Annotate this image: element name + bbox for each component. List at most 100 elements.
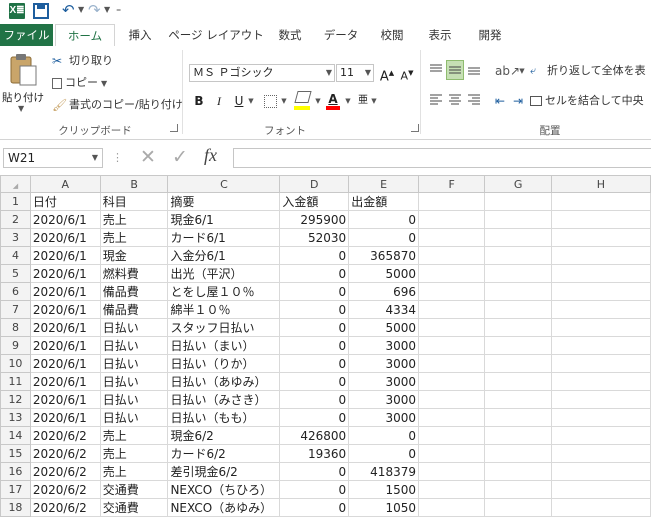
tab-view[interactable]: 表示 bbox=[420, 24, 460, 46]
align-top-button[interactable] bbox=[428, 62, 444, 80]
font-size-select[interactable]: 11 ▼ bbox=[336, 64, 374, 82]
select-all-corner[interactable]: ◢ bbox=[0, 175, 31, 193]
row-header[interactable]: 13 bbox=[0, 408, 31, 427]
bold-button[interactable]: B bbox=[192, 92, 206, 110]
cell-e[interactable]: 3000 bbox=[348, 390, 419, 409]
tab-data[interactable]: データ bbox=[316, 24, 366, 46]
cell-f[interactable] bbox=[417, 444, 486, 463]
cell-d[interactable]: 19360 bbox=[279, 444, 350, 463]
format-painter-button[interactable]: 🖌 書式のコピー/貼り付け bbox=[52, 96, 183, 114]
row-header[interactable]: 18 bbox=[0, 498, 31, 517]
cell-d[interactable]: 0 bbox=[279, 246, 350, 265]
align-right-button[interactable] bbox=[466, 92, 482, 110]
undo-icon[interactable]: ↶ bbox=[62, 1, 75, 19]
cell-e[interactable]: 365870 bbox=[348, 246, 419, 265]
cell-h[interactable] bbox=[550, 390, 651, 409]
column-header-e[interactable]: E bbox=[348, 175, 419, 193]
cell-c[interactable]: 日払い（みさき） bbox=[167, 390, 281, 409]
cell-b[interactable]: 売上 bbox=[99, 228, 169, 247]
cell-c[interactable]: 摘要 bbox=[167, 192, 281, 211]
fill-color-button[interactable] bbox=[292, 90, 314, 110]
column-header-f[interactable]: F bbox=[417, 175, 486, 193]
cell-d[interactable]: 0 bbox=[279, 372, 350, 391]
cell-d[interactable]: 0 bbox=[279, 498, 350, 517]
cell-c[interactable]: 日払い（りか） bbox=[167, 354, 281, 373]
cell-d[interactable]: 0 bbox=[279, 336, 350, 355]
cell-a[interactable]: 2020/6/1 bbox=[29, 372, 101, 391]
save-icon[interactable] bbox=[33, 3, 49, 19]
cell-h[interactable] bbox=[550, 210, 651, 229]
row-header[interactable]: 3 bbox=[0, 228, 31, 247]
cell-f[interactable] bbox=[417, 228, 486, 247]
italic-button[interactable]: I bbox=[212, 92, 226, 110]
formula-input[interactable] bbox=[233, 148, 651, 168]
cell-d[interactable]: 0 bbox=[279, 354, 350, 373]
copy-button[interactable]: コピー ▼ bbox=[52, 74, 107, 92]
cell-a[interactable]: 2020/6/1 bbox=[29, 282, 101, 301]
cell-b[interactable]: 日払い bbox=[99, 354, 169, 373]
row-header[interactable]: 5 bbox=[0, 264, 31, 283]
cell-h[interactable] bbox=[550, 354, 651, 373]
row-header[interactable]: 17 bbox=[0, 480, 31, 499]
cell-a[interactable]: 日付 bbox=[29, 192, 101, 211]
cell-g[interactable] bbox=[484, 336, 552, 355]
cell-g[interactable] bbox=[484, 210, 552, 229]
cell-h[interactable] bbox=[550, 480, 651, 499]
cell-f[interactable] bbox=[417, 462, 486, 481]
cell-a[interactable]: 2020/6/1 bbox=[29, 336, 101, 355]
cell-e[interactable]: 4334 bbox=[348, 300, 419, 319]
column-header-h[interactable]: H bbox=[550, 175, 651, 193]
cell-b[interactable]: 科目 bbox=[99, 192, 169, 211]
cell-f[interactable] bbox=[417, 426, 486, 445]
row-header[interactable]: 8 bbox=[0, 318, 31, 337]
cell-h[interactable] bbox=[550, 318, 651, 337]
cell-f[interactable] bbox=[417, 390, 486, 409]
cell-b[interactable]: 備品費 bbox=[99, 282, 169, 301]
underline-dropdown-icon[interactable]: ▼ bbox=[247, 92, 255, 110]
cell-g[interactable] bbox=[484, 282, 552, 301]
cell-h[interactable] bbox=[550, 444, 651, 463]
cell-a[interactable]: 2020/6/2 bbox=[29, 498, 101, 517]
align-bottom-button[interactable] bbox=[466, 62, 482, 80]
tab-home[interactable]: ホーム bbox=[55, 24, 115, 46]
cell-e[interactable]: 0 bbox=[348, 210, 419, 229]
cell-g[interactable] bbox=[484, 462, 552, 481]
column-header-d[interactable]: D bbox=[279, 175, 350, 193]
cell-b[interactable]: 日払い bbox=[99, 390, 169, 409]
tab-page-layout[interactable]: ページ レイアウト bbox=[166, 24, 266, 46]
cell-g[interactable] bbox=[484, 354, 552, 373]
cell-c[interactable]: 現金6/2 bbox=[167, 426, 281, 445]
cell-f[interactable] bbox=[417, 210, 486, 229]
cell-c[interactable]: NEXCO（ちひろ） bbox=[167, 480, 281, 499]
cell-b[interactable]: 日払い bbox=[99, 336, 169, 355]
cell-d[interactable]: 0 bbox=[279, 462, 350, 481]
cell-c[interactable]: スタッフ日払い bbox=[167, 318, 281, 337]
orientation-dropdown-icon[interactable]: ▼ bbox=[518, 62, 526, 80]
cell-e[interactable]: 3000 bbox=[348, 336, 419, 355]
cell-a[interactable]: 2020/6/2 bbox=[29, 462, 101, 481]
customize-qat-icon[interactable]: ₌ bbox=[116, 4, 121, 15]
formula-bar-splitter-icon[interactable]: ⋮ bbox=[112, 151, 123, 164]
cell-a[interactable]: 2020/6/1 bbox=[29, 228, 101, 247]
cell-d[interactable]: 52030 bbox=[279, 228, 350, 247]
cell-e[interactable]: 1050 bbox=[348, 498, 419, 517]
cell-f[interactable] bbox=[417, 480, 486, 499]
cell-f[interactable] bbox=[417, 246, 486, 265]
grow-font-button[interactable]: A▲ bbox=[379, 64, 395, 84]
cell-c[interactable]: とをし屋１０％ bbox=[167, 282, 281, 301]
wrap-text-button[interactable]: ⤶ 折り返して全体を表 bbox=[530, 62, 646, 80]
cell-d[interactable]: 0 bbox=[279, 480, 350, 499]
merge-center-button[interactable]: セルを結合して中央 bbox=[530, 92, 644, 110]
cell-h[interactable] bbox=[550, 192, 651, 211]
row-header[interactable]: 1 bbox=[0, 192, 31, 211]
cell-e[interactable]: 3000 bbox=[348, 372, 419, 391]
copy-dropdown-icon[interactable]: ▼ bbox=[101, 79, 107, 88]
row-header[interactable]: 10 bbox=[0, 354, 31, 373]
cell-b[interactable]: 日払い bbox=[99, 318, 169, 337]
cell-d[interactable]: 295900 bbox=[279, 210, 350, 229]
font-color-dropdown-icon[interactable]: ▼ bbox=[344, 92, 352, 110]
cell-f[interactable] bbox=[417, 318, 486, 337]
cell-g[interactable] bbox=[484, 390, 552, 409]
redo-dropdown-icon[interactable]: ▼ bbox=[104, 5, 110, 14]
cell-g[interactable] bbox=[484, 318, 552, 337]
